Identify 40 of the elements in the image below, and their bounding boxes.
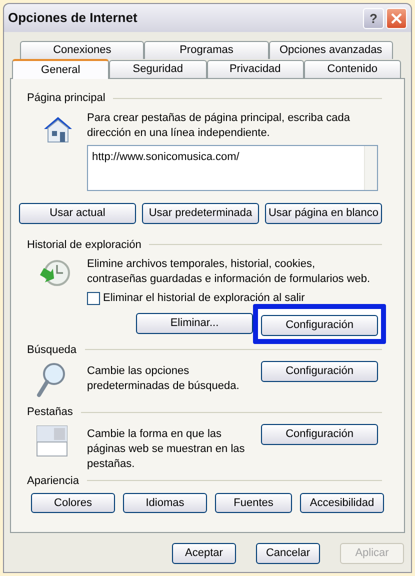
button[interactable]: Configuración [261,314,378,336]
button[interactable]: Colores [31,493,115,513]
button[interactable]: Aceptar [172,543,236,564]
button[interactable]: Cancelar [256,543,320,564]
tab[interactable]: Programas [144,41,269,59]
checkbox-label[interactable]: Eliminar el historial de exploración al salir [103,290,305,306]
magnifier-icon [36,362,66,398]
close-button[interactable] [386,8,407,28]
scrollbar[interactable] [364,146,377,190]
description: Cambie las opciones predeterminadas de búsqueda. [87,364,240,394]
tab[interactable]: Privacidad [206,60,304,78]
window-title: Opciones de Internet [8,9,138,28]
button[interactable]: Usar página en blanco [265,202,382,224]
button[interactable]: Usar actual [19,202,136,224]
button[interactable]: Eliminar... [136,313,253,334]
tabbed-window-icon [36,424,68,456]
description: Elimine archivos temporales, historial, cookies, contraseñas guardadas e información de formularios web. [87,257,372,287]
close-icon [391,12,402,24]
tab[interactable]: General [12,59,110,79]
tab[interactable]: Contenido [304,60,401,78]
description: Cambie la forma en que las páginas web se muestran en las pestañas. [87,426,246,472]
clock-icon [39,259,71,289]
section-title: Historial de exploración [27,238,142,252]
url-field[interactable]: http://www.sonicomusica.com/ [87,144,378,190]
tab[interactable]: Seguridad [109,60,206,78]
button[interactable]: Fuentes [215,493,292,513]
section-title: Apariencia [27,474,79,488]
tab[interactable]: Conexiones [20,41,144,59]
checkbox[interactable] [87,292,100,305]
button[interactable]: Usar predeterminada [142,202,259,224]
section-title: Pestañas [27,405,73,420]
tab[interactable]: Opciones avanzadas [268,41,393,59]
button[interactable]: Configuración [261,361,378,382]
button[interactable]: Configuración [261,424,378,444]
button[interactable]: Accesibilidad [300,493,384,513]
help-button[interactable]: ? [363,8,384,28]
button[interactable]: Idiomas [123,493,207,513]
section-title: Búsqueda [27,342,77,358]
description: Para crear pestañas de página principal, escriba cada dirección en una línea independiente. [87,110,351,140]
section-title: Página principal [27,91,106,106]
